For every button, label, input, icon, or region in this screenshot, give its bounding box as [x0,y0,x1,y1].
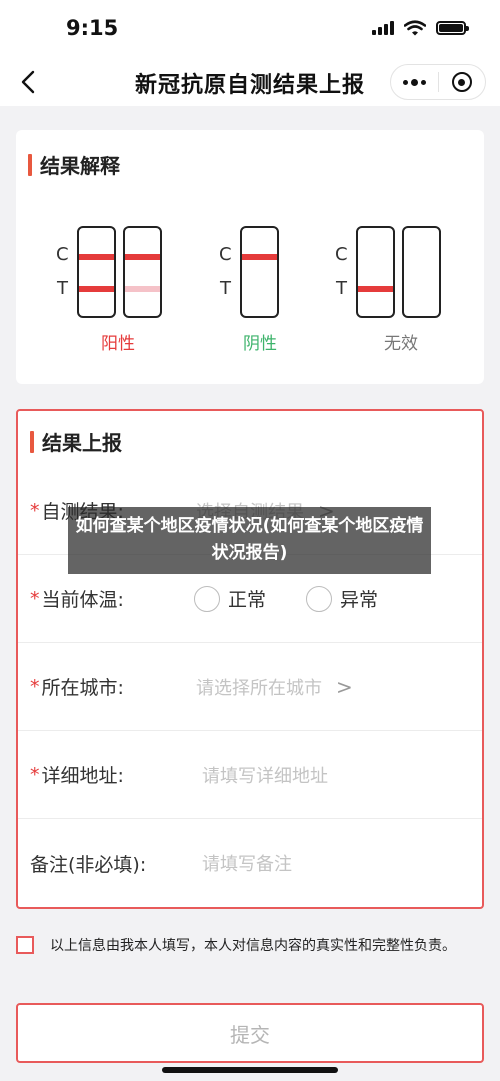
field-label: 所在城市: [41,677,124,699]
test-strip [356,226,395,318]
required-mark: * [30,675,40,698]
required-mark: * [30,763,40,786]
more-icon[interactable] [391,65,438,99]
article-title-overlay: 如何查某个地区疫情状况(如何查某个地区疫情状况报告) [68,507,431,574]
status-bar: 9:15 [0,0,500,58]
result-explanation-heading: 结果解释 [28,150,120,179]
kit-t-letter: T [220,278,231,299]
wifi-icon [404,20,426,36]
heading-accent-bar [30,430,34,453]
radio-circle-icon [306,585,333,612]
kit-t-letter: T [336,278,347,299]
home-indicator [162,1067,338,1073]
required-mark: * [30,499,40,522]
result-explanation-title: 结果解释 [40,154,120,178]
submit-button[interactable]: 提交 [16,1003,484,1063]
chevron-right-icon: > [336,674,353,699]
kit-c-letter: C [219,244,232,265]
report-heading: 结果上报 [30,427,122,456]
remark-input[interactable]: 请填写备注 [202,819,292,907]
mini-program-capsule [390,64,486,100]
radio-normal[interactable]: 正常 [194,585,266,612]
field-label: 详细地址: [41,765,124,787]
status-time: 9:15 [66,16,119,40]
kit-label-invalid: 无效 [384,334,418,354]
signal-icon [372,21,394,35]
city-select[interactable]: 请选择所在城市 > [196,643,353,730]
kit-c-letter: C [56,244,69,265]
agreement-checkbox[interactable] [16,936,34,954]
report-form-card: 结果上报 * 自测结果: 选择自测结果 > * 当前体温: 正常 异常 [16,409,484,909]
address-input[interactable]: 请填写详细地址 [202,731,328,818]
field-remark: 备注(非必填): 请填写备注 [18,819,482,907]
battery-icon [436,21,469,35]
heading-accent-bar [28,153,32,176]
radio-label: 正常 [228,589,267,611]
report-title: 结果上报 [42,431,122,455]
test-strip [123,226,162,318]
field-label: 备注(非必填): [30,853,147,876]
kit-c-letter: C [335,244,348,265]
close-target-icon[interactable] [439,65,486,99]
select-placeholder: 请选择所在城市 [196,677,322,699]
radio-abnormal[interactable]: 异常 [306,585,378,612]
agreement-text: 以上信息由我本人填写，本人对信息内容的真实性和完整性负责。 [50,938,456,954]
radio-circle-icon [194,585,220,612]
kit-label-positive: 阳性 [101,334,135,354]
test-strip [240,226,279,318]
status-icons [372,20,469,36]
test-strip [77,226,116,318]
field-address: * 详细地址: 请填写详细地址 [18,731,482,819]
required-mark: * [30,587,40,610]
test-strip [402,226,441,318]
field-city[interactable]: * 所在城市: 请选择所在城市 > [18,643,482,731]
field-label: 当前体温: [41,589,124,611]
nav-bar: 新冠抗原自测结果上报 [0,58,500,106]
radio-label: 异常 [340,589,379,611]
kit-t-letter: T [57,278,68,299]
kit-label-negative: 阴性 [243,334,277,354]
